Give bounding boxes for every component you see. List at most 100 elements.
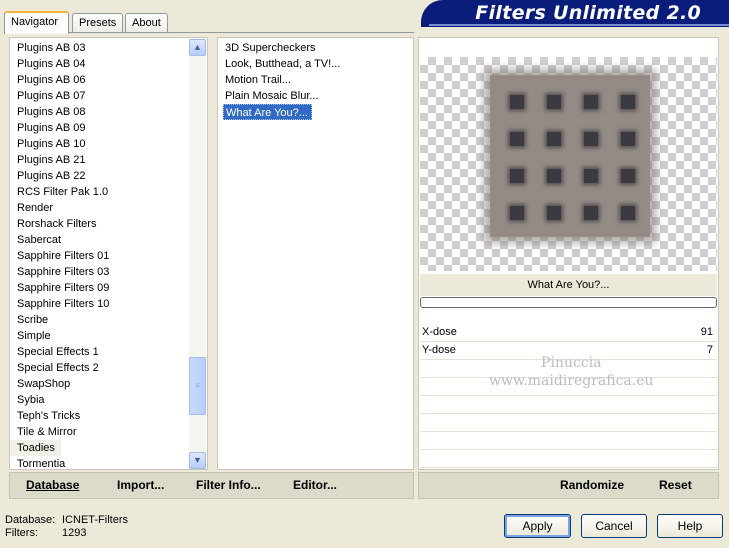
preview-dot <box>621 132 635 146</box>
category-label: Plugins AB 06 <box>17 74 86 86</box>
category-item[interactable]: Plugins AB 22 <box>10 168 190 184</box>
preview-dot <box>510 132 524 146</box>
filter-item[interactable]: 3D Supercheckers <box>218 40 340 56</box>
category-item[interactable]: Tile & Mirror <box>10 424 190 440</box>
category-item[interactable]: Render <box>10 200 190 216</box>
category-label: Plugins AB 09 <box>17 122 86 134</box>
category-item[interactable]: Tormentia <box>10 456 190 472</box>
category-label: Plugins AB 21 <box>17 154 86 166</box>
app-title: Filters Unlimited 2.0 <box>475 2 701 24</box>
chevron-down-icon: ▼ <box>193 455 202 465</box>
scroll-down-button[interactable]: ▼ <box>189 452 206 469</box>
filter-item[interactable]: Plain Mosaic Blur... <box>218 88 340 104</box>
category-item[interactable]: Teph's Tricks <box>10 408 190 424</box>
category-item[interactable]: Sybia <box>10 392 190 408</box>
category-item[interactable]: Plugins AB 06 <box>10 72 190 88</box>
database-button[interactable]: Database <box>26 478 79 492</box>
category-item[interactable]: Sapphire Filters 10 <box>10 296 190 312</box>
category-item[interactable]: Plugins AB 03 <box>10 40 190 56</box>
filter-list[interactable]: 3D Supercheckers Look, Butthead, a TV!...… <box>217 37 414 470</box>
progress-bar <box>420 297 717 308</box>
preview-dot <box>621 95 635 109</box>
category-label: Plugins AB 03 <box>17 42 86 54</box>
category-scrollbar[interactable]: ▲ ≡ ▼ <box>189 39 206 469</box>
reset-button[interactable]: Reset <box>659 478 692 492</box>
category-label: Simple <box>17 330 51 342</box>
category-label: Toadies <box>10 440 61 456</box>
filter-info-button[interactable]: Filter Info... <box>196 478 261 492</box>
filter-items: 3D Supercheckers Look, Butthead, a TV!...… <box>218 40 340 120</box>
preview-dot <box>547 132 561 146</box>
cancel-button[interactable]: Cancel <box>581 514 647 538</box>
database-label: Database: <box>5 514 56 526</box>
tab-about[interactable]: About <box>125 13 168 33</box>
category-item[interactable]: Plugins AB 04 <box>10 56 190 72</box>
category-label: Special Effects 2 <box>17 362 99 374</box>
category-label: Rorshack Filters <box>17 218 97 230</box>
preview-tile <box>490 75 650 237</box>
category-item[interactable]: Special Effects 1 <box>10 344 190 360</box>
watermark-line-2: www.maidiregrafica.eu <box>489 373 654 389</box>
category-item[interactable]: Plugins AB 07 <box>10 88 190 104</box>
filter-label: What Are You?... <box>223 104 312 120</box>
scroll-up-button[interactable]: ▲ <box>189 39 206 56</box>
filter-item[interactable]: What Are You?... <box>218 104 340 120</box>
param-value[interactable]: 7 <box>707 342 713 359</box>
category-item[interactable]: SwapShop <box>10 376 190 392</box>
param-row-empty <box>420 432 717 450</box>
category-item[interactable]: Simple <box>10 328 190 344</box>
category-label: Plugins AB 22 <box>17 170 86 182</box>
filter-label: 3D Supercheckers <box>225 42 316 54</box>
category-item[interactable]: Sapphire Filters 03 <box>10 264 190 280</box>
category-label: Render <box>17 202 54 214</box>
preview-panel: What Are You?... X-dose 91 Y-dose 7 Pinu… <box>418 37 719 470</box>
preview-dot <box>547 169 561 183</box>
category-label: RCS Filter Pak 1.0 <box>17 186 109 198</box>
scroll-thumb[interactable]: ≡ <box>189 357 206 415</box>
category-item[interactable]: Plugins AB 21 <box>10 152 190 168</box>
category-item[interactable]: Plugins AB 09 <box>10 120 190 136</box>
randomize-button[interactable]: Randomize <box>560 478 624 492</box>
category-item[interactable]: Sapphire Filters 09 <box>10 280 190 296</box>
category-label: Sabercat <box>17 234 62 246</box>
filter-item[interactable]: Look, Butthead, a TV!... <box>218 56 340 72</box>
title-banner: Filters Unlimited 2.0 <box>421 0 729 27</box>
category-item[interactable]: Special Effects 2 <box>10 360 190 376</box>
banner-stripe <box>429 24 729 26</box>
category-list[interactable]: Plugins AB 03 Plugins AB 04 Plugins AB 06 P… <box>9 37 208 470</box>
import-button[interactable]: Import... <box>117 478 164 492</box>
category-item[interactable]: Plugins AB 08 <box>10 104 190 120</box>
param-label: Y-dose <box>422 344 456 356</box>
chevron-up-icon: ▲ <box>193 42 202 52</box>
tab-navigator[interactable]: Navigator <box>4 11 69 34</box>
category-label: Plugins AB 07 <box>17 90 86 102</box>
category-label: Plugins AB 10 <box>17 138 86 150</box>
editor-button[interactable]: Editor... <box>293 478 337 492</box>
category-item[interactable]: Plugins AB 10 <box>10 136 190 152</box>
param-value[interactable]: 91 <box>701 324 713 341</box>
filter-label: Motion Trail... <box>225 74 292 86</box>
category-items: Plugins AB 03 Plugins AB 04 Plugins AB 06 P… <box>10 40 190 472</box>
category-item[interactable]: Sapphire Filters 01 <box>10 248 190 264</box>
filter-item[interactable]: Motion Trail... <box>218 72 340 88</box>
category-item[interactable]: Scribe <box>10 312 190 328</box>
param-label: X-dose <box>422 326 457 338</box>
preview-dot <box>547 206 561 220</box>
preview-dot <box>584 132 598 146</box>
param-row-empty <box>420 450 717 468</box>
preview-dot <box>584 95 598 109</box>
tab-presets[interactable]: Presets <box>72 13 123 33</box>
param-row-empty <box>420 396 717 414</box>
category-item[interactable]: Toadies <box>10 440 190 456</box>
param-row-x-dose[interactable]: X-dose 91 <box>420 324 717 342</box>
apply-button[interactable]: Apply <box>504 514 571 538</box>
filters-count: 1293 <box>62 527 87 539</box>
category-item[interactable]: Rorshack Filters <box>10 216 190 232</box>
category-item[interactable]: RCS Filter Pak 1.0 <box>10 184 190 200</box>
preview-dot <box>510 169 524 183</box>
category-item[interactable]: Sabercat <box>10 232 190 248</box>
preview-dot <box>547 95 561 109</box>
category-label: Sapphire Filters 01 <box>17 250 110 262</box>
help-button[interactable]: Help <box>657 514 723 538</box>
database-value: ICNET-Filters <box>62 514 128 526</box>
